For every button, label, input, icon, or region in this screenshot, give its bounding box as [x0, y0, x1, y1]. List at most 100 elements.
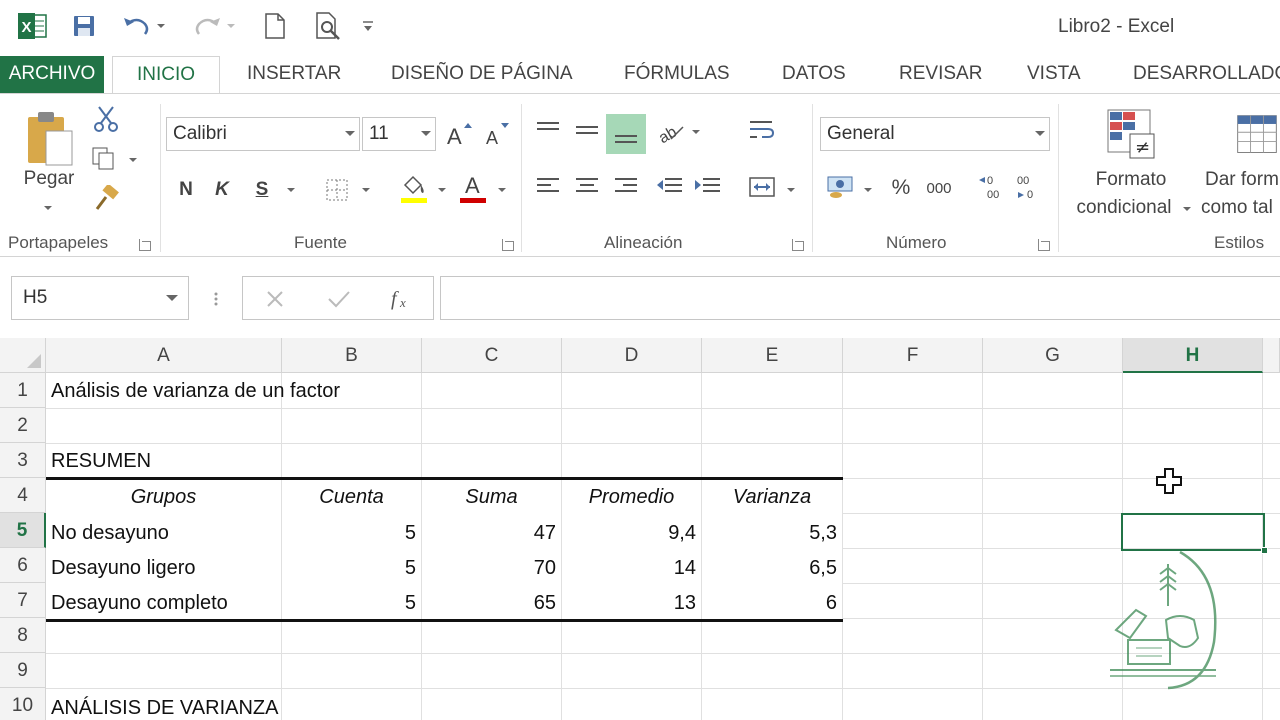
confirm-entry-icon[interactable] — [325, 286, 353, 312]
cell-c6[interactable]: 70 — [422, 551, 561, 586]
undo-icon[interactable] — [118, 10, 168, 42]
underline-dropdown-arrow[interactable] — [287, 188, 295, 192]
copy-icon[interactable] — [88, 144, 124, 174]
number-format-combo[interactable]: General — [820, 117, 1050, 151]
cell-b6[interactable]: 5 — [282, 551, 421, 586]
column-header-d[interactable]: D — [562, 338, 702, 373]
paste-button[interactable]: Pegar — [14, 168, 84, 190]
align-left-icon[interactable] — [534, 172, 562, 200]
formula-input[interactable] — [440, 276, 1280, 320]
tab-desarrollador[interactable]: DESARROLLADO — [1123, 56, 1280, 94]
column-header-e[interactable]: E — [702, 338, 843, 373]
font-color-dropdown-arrow[interactable] — [498, 188, 506, 192]
cell-a4[interactable]: Grupos — [46, 480, 281, 515]
formula-bar-resize-handle[interactable] — [208, 288, 224, 310]
cell-e6[interactable]: 6,5 — [702, 551, 842, 586]
currency-dropdown-arrow[interactable] — [864, 188, 872, 192]
column-header-i[interactable] — [1263, 338, 1280, 373]
paste-dropdown-arrow[interactable] — [44, 206, 52, 210]
cell-d7[interactable]: 13 — [562, 586, 701, 621]
merge-center-icon[interactable] — [746, 172, 778, 202]
cell-c4[interactable]: Suma — [422, 480, 561, 515]
decrease-font-size-icon[interactable]: A — [482, 118, 512, 150]
font-color-icon[interactable]: A — [457, 170, 489, 206]
orientation-icon[interactable]: ab — [656, 116, 686, 146]
cut-icon[interactable] — [90, 104, 122, 134]
format-as-table-label-1[interactable]: Dar form — [1205, 169, 1280, 191]
fill-handle[interactable] — [1261, 547, 1268, 554]
cell-a3[interactable]: RESUMEN — [46, 444, 281, 479]
column-header-c[interactable]: C — [422, 338, 562, 373]
row-header-4[interactable]: 4 — [0, 478, 46, 513]
cell-a1[interactable]: Análisis de varianza de un factor — [46, 374, 466, 409]
tab-diseno-de-pagina[interactable]: DISEÑO DE PÁGINA — [381, 56, 583, 94]
tab-vista[interactable]: VISTA — [1017, 56, 1091, 94]
tab-formulas[interactable]: FÓRMULAS — [614, 56, 740, 94]
format-painter-icon[interactable] — [90, 184, 122, 214]
cell-a6[interactable]: Desayuno ligero — [46, 551, 281, 586]
fill-color-dropdown-arrow[interactable] — [438, 188, 446, 192]
bold-button[interactable]: N — [172, 174, 200, 206]
comma-style-button[interactable]: 000 — [922, 172, 956, 204]
alignment-launcher-icon[interactable] — [792, 239, 804, 251]
cell-a10[interactable]: ANÁLISIS DE VARIANZA — [46, 691, 466, 720]
row-header-6[interactable]: 6 — [0, 548, 46, 583]
orientation-dropdown-arrow[interactable] — [692, 130, 700, 134]
row-header-8[interactable]: 8 — [0, 618, 46, 653]
underline-button[interactable]: S — [248, 174, 276, 206]
redo-icon[interactable] — [188, 10, 238, 42]
number-launcher-icon[interactable] — [1038, 239, 1050, 251]
cell-b5[interactable]: 5 — [282, 516, 421, 551]
currency-format-icon[interactable] — [824, 172, 858, 202]
clipboard-launcher-icon[interactable] — [139, 239, 151, 251]
align-middle-icon[interactable] — [573, 116, 601, 144]
increase-indent-icon[interactable] — [692, 172, 722, 200]
font-size-combo[interactable]: 11 — [362, 117, 436, 151]
font-name-combo[interactable]: Calibri — [166, 117, 360, 151]
customize-qat-icon[interactable] — [358, 10, 378, 42]
align-bottom-icon[interactable] — [606, 114, 646, 154]
row-header-10[interactable]: 10 — [0, 688, 46, 720]
row-header-5[interactable]: 5 — [0, 513, 46, 548]
cell-d5[interactable]: 9,4 — [562, 516, 701, 551]
decrease-decimal-icon[interactable]: 00 0 — [1014, 170, 1044, 204]
conditional-format-dropdown-arrow[interactable] — [1183, 207, 1191, 211]
cell-d6[interactable]: 14 — [562, 551, 701, 586]
row-header-1[interactable]: 1 — [0, 373, 46, 408]
cell-c5[interactable]: 47 — [422, 516, 561, 551]
fill-color-icon[interactable] — [398, 170, 430, 206]
conditional-format-label-1[interactable]: Formato — [1070, 169, 1192, 191]
merge-dropdown-arrow[interactable] — [787, 188, 795, 192]
align-center-icon[interactable] — [573, 172, 601, 200]
conditional-format-label-2[interactable]: condicional — [1066, 197, 1182, 219]
cell-b7[interactable]: 5 — [282, 586, 421, 621]
tab-archivo[interactable]: ARCHIVO — [0, 56, 104, 94]
name-box[interactable]: H5 — [11, 276, 189, 320]
wrap-text-icon[interactable] — [746, 116, 778, 146]
font-launcher-icon[interactable] — [502, 239, 514, 251]
align-right-icon[interactable] — [612, 172, 640, 200]
copy-dropdown-arrow[interactable] — [129, 158, 137, 162]
cell-e5[interactable]: 5,3 — [702, 516, 842, 551]
borders-dropdown-arrow[interactable] — [362, 188, 370, 192]
cancel-entry-icon[interactable] — [261, 286, 289, 312]
column-header-f[interactable]: F — [843, 338, 983, 373]
cell-e4[interactable]: Varianza — [702, 480, 842, 515]
format-as-table-label-2[interactable]: como tal — [1201, 197, 1280, 219]
column-header-h[interactable]: H — [1123, 338, 1263, 373]
percent-style-button[interactable]: % — [886, 172, 916, 204]
cell-e7[interactable]: 6 — [702, 586, 842, 621]
borders-icon[interactable] — [322, 174, 352, 206]
decrease-indent-icon[interactable] — [654, 172, 684, 200]
column-header-b[interactable]: B — [282, 338, 422, 373]
insert-function-icon[interactable]: f x — [387, 284, 417, 314]
cell-d4[interactable]: Promedio — [562, 480, 701, 515]
paste-icon[interactable] — [22, 108, 78, 170]
save-icon[interactable] — [68, 10, 100, 42]
row-header-9[interactable]: 9 — [0, 653, 46, 688]
increase-decimal-icon[interactable]: 0 00 — [976, 170, 1006, 204]
cell-a5[interactable]: No desayuno — [46, 516, 281, 551]
column-header-g[interactable]: G — [983, 338, 1123, 373]
row-header-7[interactable]: 7 — [0, 583, 46, 618]
select-all-button[interactable] — [0, 338, 46, 373]
